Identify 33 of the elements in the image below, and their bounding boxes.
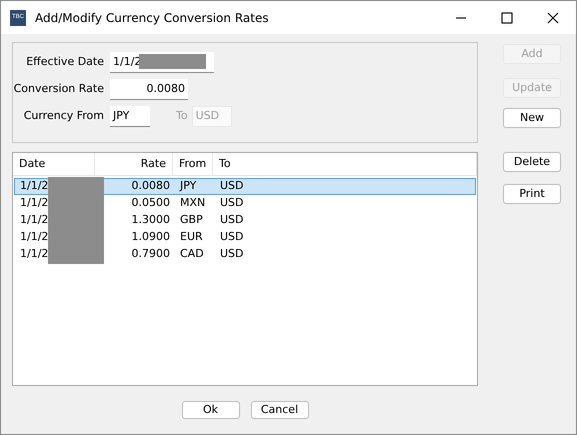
- column-header[interactable]: From: [173, 153, 213, 175]
- column-header[interactable]: To: [213, 153, 477, 175]
- field-label: Effective Date: [25, 54, 105, 70]
- field-label: Conversion Rate: [13, 81, 105, 98]
- table-cell-text: MXN: [179, 196, 206, 211]
- button[interactable]: Ok: [182, 401, 240, 419]
- table-cell-text: USD: [219, 230, 245, 245]
- column-header[interactable]: Date: [13, 153, 95, 175]
- field-label: Currency From: [22, 108, 105, 124]
- button[interactable]: Cancel: [250, 401, 308, 419]
- table-cell-text: JPY: [178, 179, 198, 194]
- table-cell-text: 1.3000: [130, 213, 171, 228]
- table-cell-text: EUR: [179, 230, 204, 245]
- table-cell-text: GBP: [179, 213, 204, 228]
- button[interactable]: New: [503, 108, 561, 128]
- table-cell-text: 0.0080: [130, 179, 171, 194]
- window-title: Add/Modify Currency Conversion Rates: [35, 10, 269, 26]
- table-cell-text: CAD: [179, 247, 205, 262]
- table-row[interactable]: 1/1/2 0.0080 JPY USD: [14, 178, 476, 195]
- table-cell-text: 0.7900: [130, 247, 171, 262]
- column-header[interactable]: Rate: [95, 153, 173, 175]
- currency-from-field[interactable]: JPY: [110, 106, 150, 127]
- table-cell-text: USD: [219, 179, 245, 194]
- button[interactable]: Print: [503, 184, 561, 204]
- field-label: To: [176, 108, 188, 124]
- table-cell-text: 0.0500: [130, 196, 171, 211]
- rate-field[interactable]: 0.0080: [110, 79, 188, 100]
- table-cell-text: USD: [219, 247, 245, 262]
- button[interactable]: Delete: [503, 152, 561, 172]
- table-cell-text: USD: [219, 196, 245, 211]
- table-cell-text: 1.0900: [130, 230, 171, 245]
- table-row[interactable]: 1/1/2 0.7900 CAD USD: [14, 246, 476, 263]
- table-cell-text: USD: [219, 213, 245, 228]
